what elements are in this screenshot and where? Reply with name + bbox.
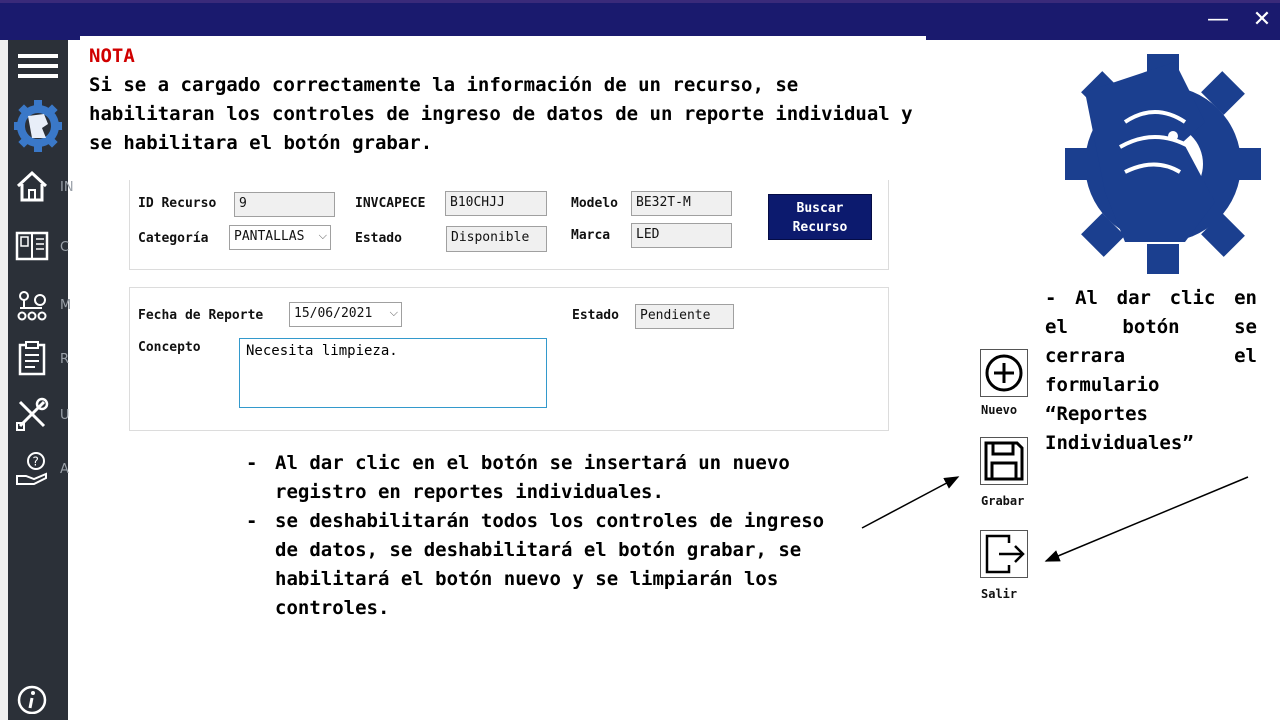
arrow-to-grabar — [861, 476, 960, 529]
institution-gear-logo — [1065, 54, 1261, 274]
arrow-to-salir — [1044, 476, 1249, 562]
